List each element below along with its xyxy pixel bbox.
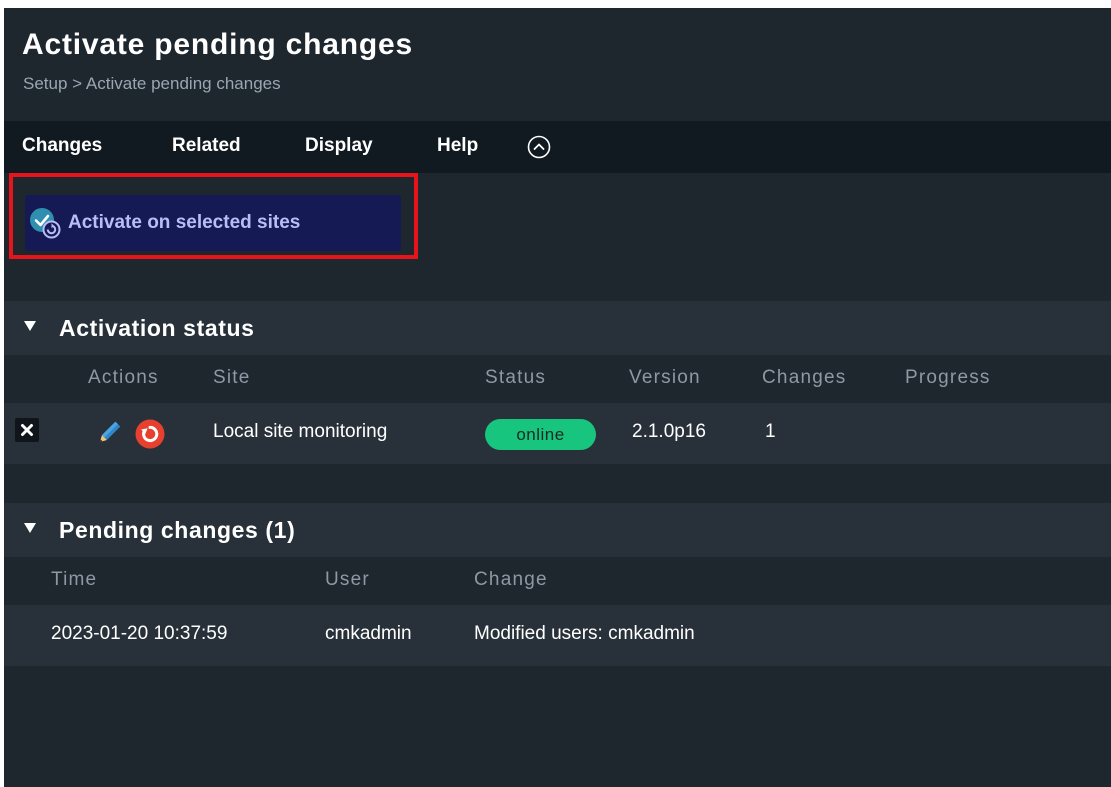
col-user[interactable]: User [325, 569, 370, 591]
breadcrumb-setup[interactable]: Setup [23, 74, 67, 93]
site-changes: 1 [765, 421, 776, 442]
collapse-triangle-icon [24, 321, 36, 331]
activation-status-header[interactable]: Activation status [4, 301, 1111, 355]
breadcrumb-separator: > [72, 74, 83, 93]
menu-related[interactable]: Related [172, 135, 241, 157]
chevron-up-circle-icon[interactable] [526, 134, 552, 160]
section-spacer [4, 464, 1111, 503]
col-changes[interactable]: Changes [762, 367, 846, 389]
menu-bar: Changes Related Display Help [4, 121, 1111, 173]
change-time: 2023-01-20 10:37:59 [51, 623, 228, 644]
activate-button-highlight: Activate on selected sites [9, 173, 418, 259]
app-window: Activate pending changes Setup > Activat… [4, 8, 1111, 787]
table-row: Local site monitoring online 2.1.0p16 1 [4, 403, 1111, 464]
col-time[interactable]: Time [51, 569, 97, 591]
page-title: Activate pending changes [22, 28, 413, 61]
table-row: 2023-01-20 10:37:59 cmkadmin Modified us… [4, 605, 1111, 666]
activate-on-selected-sites-button[interactable]: Activate on selected sites [25, 195, 401, 251]
col-actions: Actions [88, 367, 159, 388]
restart-icon[interactable] [133, 417, 167, 451]
site-progress [904, 419, 1044, 450]
breadcrumb: Setup > Activate pending changes [23, 74, 281, 94]
menu-help[interactable]: Help [437, 135, 478, 157]
pending-changes-header[interactable]: Pending changes (1) [4, 503, 1111, 557]
screenshot-frame: Activate pending changes Setup > Activat… [0, 0, 1111, 787]
site-version: 2.1.0p16 [632, 421, 706, 442]
site-name: Local site monitoring [213, 421, 388, 442]
col-change[interactable]: Change [474, 569, 548, 591]
col-progress[interactable]: Progress [905, 367, 991, 389]
change-text: Modified users: cmkadmin [474, 623, 695, 644]
col-version[interactable]: Version [629, 367, 701, 389]
col-status[interactable]: Status [485, 367, 546, 389]
activate-check-icon [29, 207, 61, 239]
activation-status-table-head: Actions Site Status Version Changes Prog… [4, 355, 1111, 403]
menu-changes[interactable]: Changes [22, 135, 102, 157]
activate-button-label: Activate on selected sites [68, 212, 301, 233]
activation-status-title: Activation status [59, 315, 255, 341]
status-badge: online [485, 419, 596, 450]
change-user: cmkadmin [325, 623, 412, 644]
col-site[interactable]: Site [213, 367, 251, 389]
menu-display[interactable]: Display [305, 135, 373, 157]
empty-area [4, 666, 1111, 787]
pending-changes-table-head: Time User Change [4, 557, 1111, 605]
pending-changes-title: Pending changes (1) [59, 517, 296, 543]
collapse-triangle-icon [24, 523, 36, 533]
edit-pencil-icon[interactable] [91, 417, 125, 451]
action-area: Activate on selected sites [4, 173, 1111, 301]
remove-site-icon[interactable] [15, 418, 39, 442]
page-header: Activate pending changes Setup > Activat… [4, 8, 1111, 121]
breadcrumb-current: Activate pending changes [85, 74, 281, 93]
